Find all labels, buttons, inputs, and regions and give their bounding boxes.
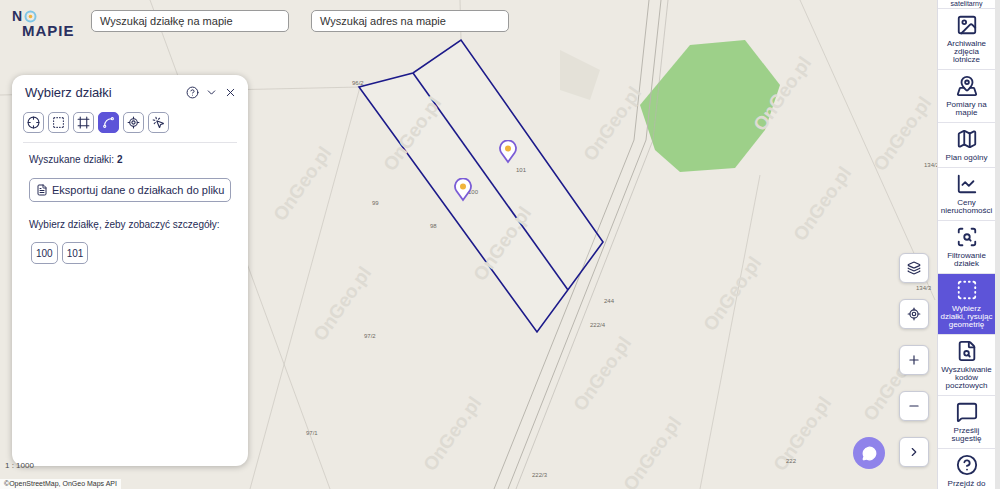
sidebar-item[interactable]: Prześlij sugestię bbox=[938, 396, 995, 449]
parcel-number-label: 96/2 bbox=[352, 80, 364, 87]
close-icon[interactable] bbox=[224, 86, 237, 99]
tool-button[interactable] bbox=[98, 112, 119, 133]
sidebar-item[interactable]: Filtrowanie działek bbox=[938, 221, 995, 274]
parcel-list: 100101 bbox=[31, 242, 237, 264]
parcel-number-label: 98 bbox=[430, 223, 437, 230]
rectangle-tool-icon bbox=[52, 116, 65, 129]
polygon-tool-icon bbox=[77, 116, 90, 129]
file-icon bbox=[36, 184, 48, 196]
parcel-number-label: 222/4 bbox=[590, 322, 605, 329]
select-area-icon bbox=[956, 279, 978, 301]
sidebar-item[interactable]: Pomiary na mapie bbox=[938, 70, 995, 123]
chat-icon bbox=[862, 446, 877, 461]
found-count: Wyszukane działki:2 bbox=[29, 152, 237, 167]
filter-map-icon bbox=[956, 226, 978, 248]
sidebar-item[interactable]: Archiwalne zdjęcia lotnicze bbox=[938, 9, 995, 70]
parcel-number-label: 222 bbox=[786, 458, 796, 465]
locate-icon bbox=[907, 307, 921, 321]
map-control-button[interactable] bbox=[899, 437, 929, 467]
zoom-out-icon bbox=[907, 399, 921, 413]
click-tool-icon bbox=[152, 116, 165, 129]
plan-map-icon bbox=[956, 128, 978, 150]
map-control-button[interactable] bbox=[899, 299, 929, 329]
measure-pins-icon bbox=[956, 75, 978, 97]
parcel-number-label: 97/2 bbox=[364, 333, 376, 340]
zoom-in-icon bbox=[907, 353, 921, 367]
sidebar-item-cut[interactable]: satelitarny bbox=[938, 0, 995, 9]
parcel-number-label: 222/3 bbox=[532, 472, 547, 479]
parcel-number-label: 244 bbox=[604, 298, 614, 305]
panel-title: Wybierz działki bbox=[25, 83, 112, 103]
map-scale: 1 : 1000 bbox=[5, 460, 34, 472]
sidebar-item[interactable]: Wybierz działki, rysując geometrię bbox=[938, 274, 995, 335]
map-app: OnGeo.plOnGeo.plOnGeo.plOnGeo.plOnGeo.pl… bbox=[0, 0, 1000, 489]
logo-pin-icon bbox=[24, 10, 37, 23]
parcel-chip[interactable]: 100 bbox=[31, 242, 58, 264]
hint-text: Wybierz działkę, żeby zobaczyć szczegóły… bbox=[29, 217, 237, 232]
attribution: ©OpenStreetMap, OnGeo Maps API bbox=[0, 479, 121, 489]
map-pin-icon[interactable] bbox=[454, 178, 472, 202]
archive-photo-icon bbox=[956, 14, 978, 36]
parcel-number-label: 97/1 bbox=[306, 430, 318, 437]
export-button[interactable]: Eksportuj dane o działkach do pliku bbox=[29, 178, 231, 203]
tool-button[interactable] bbox=[48, 112, 69, 133]
point-tool-icon bbox=[27, 116, 40, 129]
right-sidebar: satelitarnyArchiwalne zdjęcia lotniczePo… bbox=[937, 0, 995, 489]
tool-bar bbox=[23, 112, 237, 133]
parcel-outlines bbox=[359, 40, 603, 332]
postal-search-icon bbox=[956, 340, 978, 362]
chat-button[interactable] bbox=[853, 437, 885, 469]
map-control-button[interactable] bbox=[899, 391, 929, 421]
tool-button[interactable] bbox=[23, 112, 44, 133]
sidebar-item[interactable]: Wyszukiwanie kodów pocztowych bbox=[938, 335, 995, 396]
map-pin-icon[interactable] bbox=[499, 140, 517, 164]
tool-button[interactable] bbox=[148, 112, 169, 133]
parcel-number-label: 134/3 bbox=[916, 285, 931, 292]
map-control-button[interactable] bbox=[899, 345, 929, 375]
layers-icon bbox=[907, 261, 921, 275]
search-field[interactable]: Wyszukaj adres na mapie bbox=[311, 10, 509, 32]
select-parcels-panel: Wybierz działki Wyszukane działki:2 Ekspor… bbox=[12, 75, 248, 466]
tool-button[interactable] bbox=[123, 112, 144, 133]
tool-button[interactable] bbox=[73, 112, 94, 133]
line-tool-icon bbox=[102, 116, 115, 129]
help-icon[interactable] bbox=[186, 86, 199, 99]
collapse-icon[interactable] bbox=[205, 86, 218, 99]
price-chart-icon bbox=[956, 173, 978, 195]
panel-header: Wybierz działki bbox=[23, 83, 237, 103]
help-icon bbox=[956, 454, 978, 476]
map-control-button[interactable] bbox=[899, 253, 929, 283]
search-field[interactable]: Wyszukaj działkę na mapie bbox=[91, 10, 289, 32]
message-icon bbox=[956, 401, 978, 423]
divider bbox=[23, 142, 237, 143]
parcel-number-label: 101 bbox=[516, 167, 526, 174]
search-bar: Wyszukaj działkę na mapie Wyszukaj adres … bbox=[91, 10, 509, 32]
map-controls bbox=[899, 253, 929, 467]
sidebar-item[interactable]: Ceny nieruchomości bbox=[938, 168, 995, 221]
sidebar-item[interactable]: Przejdź do pomocy bbox=[938, 449, 995, 489]
logo[interactable]: NMAPIE bbox=[12, 9, 75, 38]
expand-icon bbox=[907, 445, 921, 459]
scrollbar[interactable] bbox=[995, 0, 1000, 489]
sidebar-item[interactable]: Plan ogólny bbox=[938, 123, 995, 168]
circle-tool-icon bbox=[127, 116, 140, 129]
parcel-number-label: 99 bbox=[372, 200, 379, 207]
parcel-chip[interactable]: 101 bbox=[62, 242, 89, 264]
